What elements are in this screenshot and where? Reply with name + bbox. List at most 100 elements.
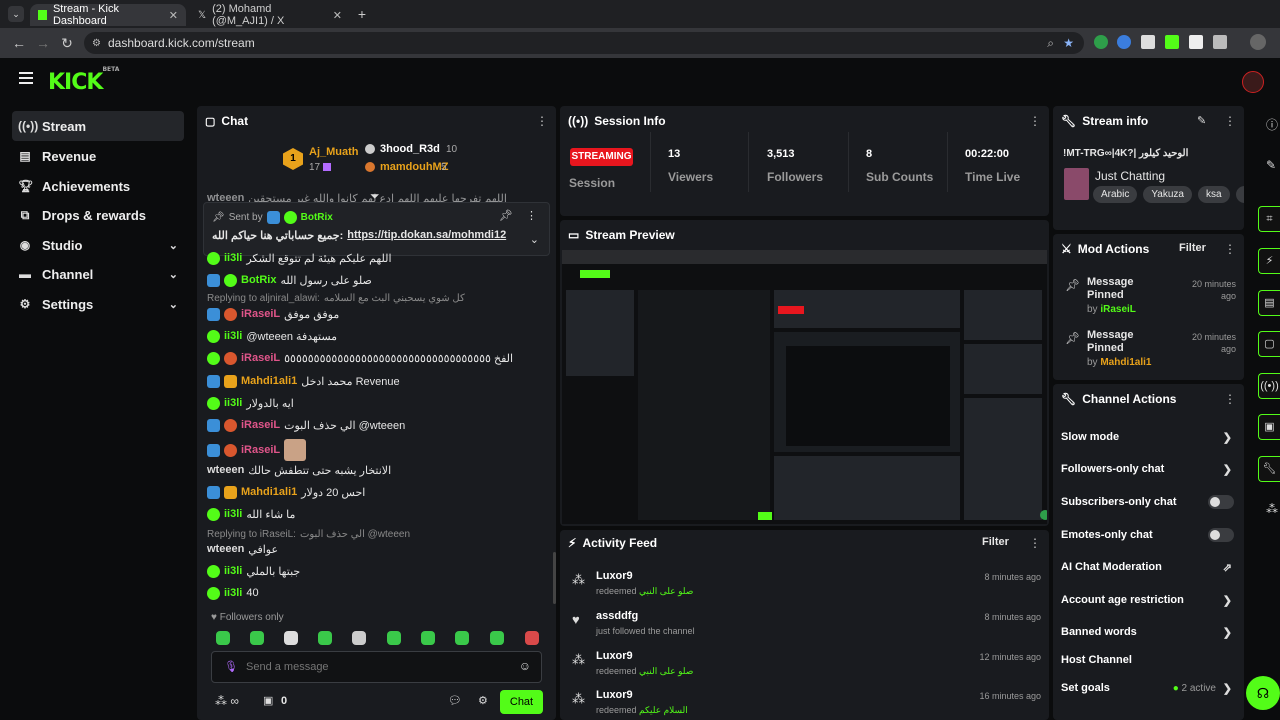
forward-icon[interactable]: → xyxy=(34,34,52,52)
unpin-icon[interactable]: 📌︎ xyxy=(499,209,513,222)
emote-button[interactable] xyxy=(490,631,504,645)
emote-button[interactable] xyxy=(216,631,230,645)
emote-button[interactable] xyxy=(250,631,264,645)
tab-list-button[interactable]: ⌄ xyxy=(8,6,24,22)
back-icon[interactable]: ← xyxy=(10,34,28,52)
quick-action-button[interactable]: ⌗ xyxy=(1258,206,1280,232)
message-username[interactable]: iRaseiL xyxy=(241,444,280,456)
quick-action-button[interactable]: ▣ xyxy=(1258,414,1280,440)
more-icon[interactable]: ⁂ xyxy=(1266,502,1278,516)
activity-user[interactable]: Luxor9 xyxy=(596,689,633,701)
pinned-menu-icon[interactable]: ⋮ xyxy=(526,209,537,222)
message-username[interactable]: ii3li xyxy=(224,508,242,520)
edit-icon[interactable]: ✎ xyxy=(1266,158,1276,172)
points-icon[interactable]: ⁂ ∞ xyxy=(215,694,239,708)
url-field[interactable]: ⚙ dashboard.kick.com/stream ⌕ ★ xyxy=(84,32,1084,54)
chat-send-button[interactable]: Chat xyxy=(500,690,543,714)
zoom-icon[interactable]: ⌕ xyxy=(1047,36,1054,51)
message-username[interactable]: ii3li xyxy=(224,565,242,577)
mod-filter-button[interactable]: Filter xyxy=(1179,242,1206,254)
stream-category[interactable]: Just Chatting xyxy=(1095,169,1165,183)
chat-scrollbar[interactable] xyxy=(553,552,556,604)
extension-white-icon[interactable] xyxy=(1189,35,1203,49)
message-username[interactable]: ii3li xyxy=(224,397,242,409)
close-tab-icon[interactable]: ✕ xyxy=(169,9,178,22)
quick-action-button[interactable]: 🔧︎ xyxy=(1258,456,1280,482)
chat-menu-icon[interactable]: ⋮ xyxy=(536,114,548,128)
pinned-author[interactable]: BotRix xyxy=(301,212,333,223)
sidebar-item-settings[interactable]: ⚙ Settings ⌄ xyxy=(12,289,184,319)
sidebar-item-stream[interactable]: ((•)) Stream xyxy=(12,111,184,141)
browser-tab-x[interactable]: 𝕏 (2) Mohamd (@M_AJI1) / X ✕ xyxy=(190,3,350,27)
extension-green-icon[interactable] xyxy=(1165,35,1179,49)
emote-button[interactable] xyxy=(318,631,332,645)
kick-logo[interactable]: KICKBETA xyxy=(48,66,119,95)
mod-actions-menu-icon[interactable]: ⋮ xyxy=(1224,242,1236,256)
close-tab-icon[interactable]: ✕ xyxy=(333,9,342,22)
slow-mode-row[interactable]: Slow mode ❯ xyxy=(1053,424,1244,450)
stream-info-menu-icon[interactable]: ⋮ xyxy=(1224,114,1236,128)
activity-user[interactable]: Luxor9 xyxy=(596,570,633,582)
leader-2-name[interactable]: 3hood_R3d xyxy=(380,143,440,155)
activity-menu-icon[interactable]: ⋮ xyxy=(1029,536,1041,550)
pinned-link[interactable]: https://tip.dokan.sa/mohmdi12 xyxy=(347,229,506,242)
channel-actions-menu-icon[interactable]: ⋮ xyxy=(1224,392,1236,406)
microphone-icon[interactable]: 🎙︎ xyxy=(224,660,238,673)
message-username[interactable]: ii3li xyxy=(224,587,242,599)
activity-user[interactable]: assddfg xyxy=(596,610,638,622)
ai-moderation-row[interactable]: AI Chat Moderation ⇗ xyxy=(1053,554,1244,580)
menu-hamburger-icon[interactable] xyxy=(19,72,33,84)
emotes-only-toggle[interactable] xyxy=(1208,528,1234,542)
chat-settings-icon[interactable]: ⚙ xyxy=(478,694,488,707)
sidebar-item-revenue[interactable]: ▤ Revenue xyxy=(12,141,184,171)
message-username[interactable]: wteeen xyxy=(207,464,244,476)
browser-tab-kick[interactable]: Stream - Kick Dashboard ✕ xyxy=(30,3,186,27)
message-username[interactable]: wteeen xyxy=(207,543,244,555)
extension-shield-icon[interactable] xyxy=(1094,35,1108,49)
message-username[interactable]: iRaseiL xyxy=(241,419,280,431)
quick-action-button[interactable]: ▢ xyxy=(1258,331,1280,357)
edit-pencil-icon[interactable]: ✎ xyxy=(1197,114,1206,127)
preview-video[interactable] xyxy=(562,250,1047,524)
message-username[interactable]: BotRix xyxy=(241,274,276,286)
new-tab-button[interactable]: + xyxy=(354,6,370,22)
quick-action-button[interactable]: ⚡︎ xyxy=(1258,248,1280,274)
emote-button[interactable] xyxy=(421,631,435,645)
info-icon[interactable]: ⓘ xyxy=(1266,116,1278,133)
emote-button[interactable] xyxy=(525,631,539,645)
extension-diamond-icon[interactable] xyxy=(1141,35,1155,49)
activity-user[interactable]: Luxor9 xyxy=(596,650,633,662)
banned-words-row[interactable]: Banned words ❯ xyxy=(1053,619,1244,645)
message-username[interactable]: ii3li xyxy=(224,252,242,264)
quick-action-button[interactable]: ((•)) xyxy=(1258,373,1280,399)
set-goals-row[interactable]: Set goals ● 2 active ❯ xyxy=(1053,675,1244,701)
extensions-puzzle-icon[interactable] xyxy=(1213,35,1227,49)
site-info-icon[interactable]: ⚙ xyxy=(92,38,101,49)
account-age-row[interactable]: Account age restriction ❯ xyxy=(1053,587,1244,613)
user-avatar[interactable] xyxy=(1242,71,1264,93)
quick-action-button[interactable]: ▤ xyxy=(1258,290,1280,316)
message-input-box[interactable]: 🎙︎ ☺ xyxy=(211,651,542,683)
leader-3-name[interactable]: mamdouhMZ xyxy=(380,161,448,173)
chat-bubble-icon[interactable]: 💬︎ xyxy=(448,694,462,707)
message-input[interactable] xyxy=(246,658,506,676)
session-menu-icon[interactable]: ⋮ xyxy=(1029,114,1041,128)
tag-chip[interactable]: m xyxy=(1235,186,1244,203)
leader-1-name[interactable]: Aj_Muath xyxy=(309,146,359,158)
tag-chip[interactable]: Yakuza xyxy=(1143,186,1192,203)
message-username[interactable]: Mahdi1ali1 xyxy=(241,486,297,498)
store-icon[interactable]: ▣ xyxy=(263,694,273,707)
bookmark-star-icon[interactable]: ★ xyxy=(1063,36,1074,50)
emoji-picker-icon[interactable]: ☺ xyxy=(519,659,531,673)
activity-filter-button[interactable]: Filter xyxy=(982,536,1009,548)
emote-button[interactable] xyxy=(455,631,469,645)
tag-chip[interactable]: ksa xyxy=(1197,186,1230,203)
emote-button[interactable] xyxy=(284,631,298,645)
message-username[interactable]: iRaseiL xyxy=(241,308,280,320)
subscribers-only-toggle[interactable] xyxy=(1208,495,1234,509)
emote-button[interactable] xyxy=(352,631,366,645)
profile-avatar[interactable] xyxy=(1250,34,1266,50)
mod-user[interactable]: iRaseiL xyxy=(1100,304,1136,315)
sidebar-item-achievements[interactable]: 🏆︎ Achievements xyxy=(12,171,184,201)
tag-chip[interactable]: Arabic xyxy=(1093,186,1138,203)
